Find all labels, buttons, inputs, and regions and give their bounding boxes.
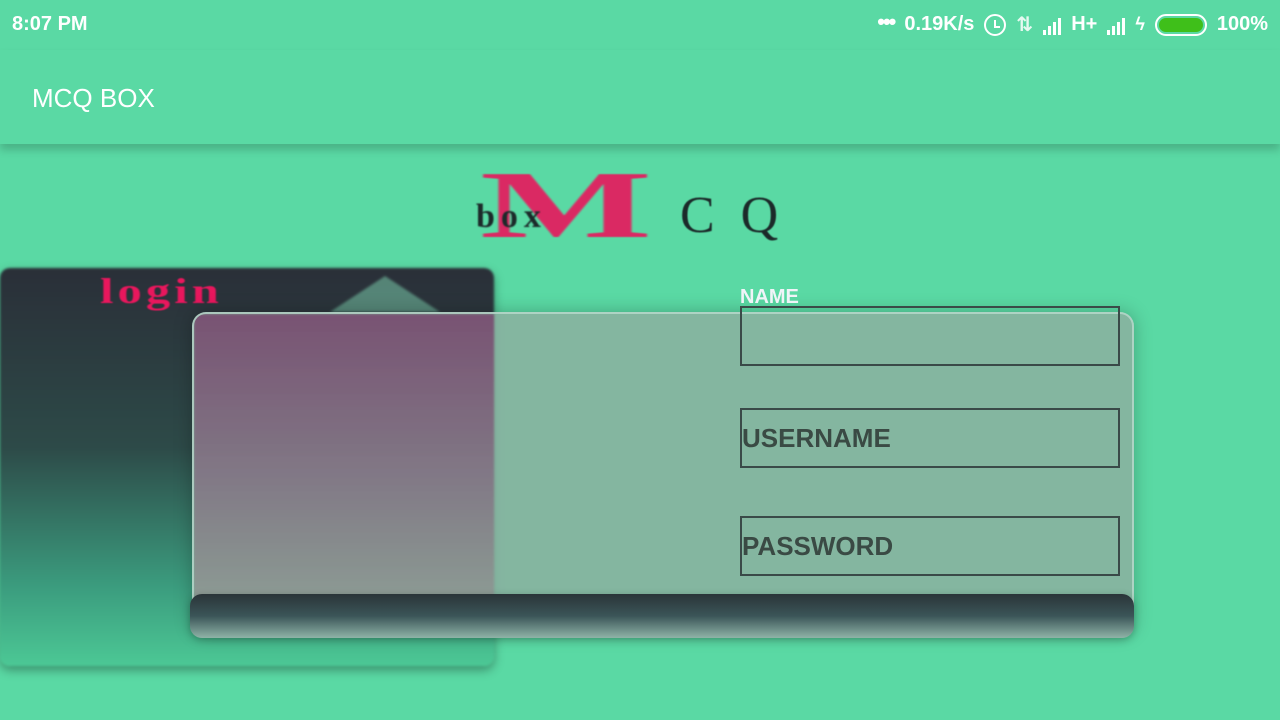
more-dots-icon: ••• <box>877 8 896 34</box>
logo-box: box <box>476 198 547 235</box>
password-field[interactable] <box>740 516 1120 576</box>
battery-fill <box>1158 17 1203 32</box>
battery-percent: 100% <box>1216 13 1268 35</box>
app-title: MCQ BOX <box>32 83 155 113</box>
status-time: 8:07 PM <box>12 13 88 35</box>
signal-icon <box>1043 15 1062 35</box>
network-type: H+ <box>1071 13 1098 35</box>
app-logo: M box CQ <box>470 157 860 253</box>
panel-overlay <box>194 314 494 632</box>
battery-icon <box>1154 13 1207 36</box>
alarm-icon <box>984 13 1007 36</box>
bolt-icon: ϟ <box>1135 14 1145 34</box>
username-field[interactable] <box>740 408 1120 468</box>
signal-icon-2 <box>1107 15 1126 35</box>
data-transfer-icon: ⇅ <box>1016 14 1034 36</box>
panel-bottom-bar <box>190 594 1134 638</box>
app-bar: MCQ BOX <box>0 50 1280 144</box>
name-field[interactable] <box>740 306 1120 366</box>
status-icons: ••• 0.19K/s ⇅ H+ ϟ 100% <box>877 8 1268 37</box>
logo-cq: CQ <box>680 187 805 244</box>
login-title: login <box>100 271 223 311</box>
status-bar: 8:07 PM ••• 0.19K/s ⇅ H+ ϟ 100% <box>0 0 1280 50</box>
net-speed: 0.19K/s <box>904 13 975 35</box>
